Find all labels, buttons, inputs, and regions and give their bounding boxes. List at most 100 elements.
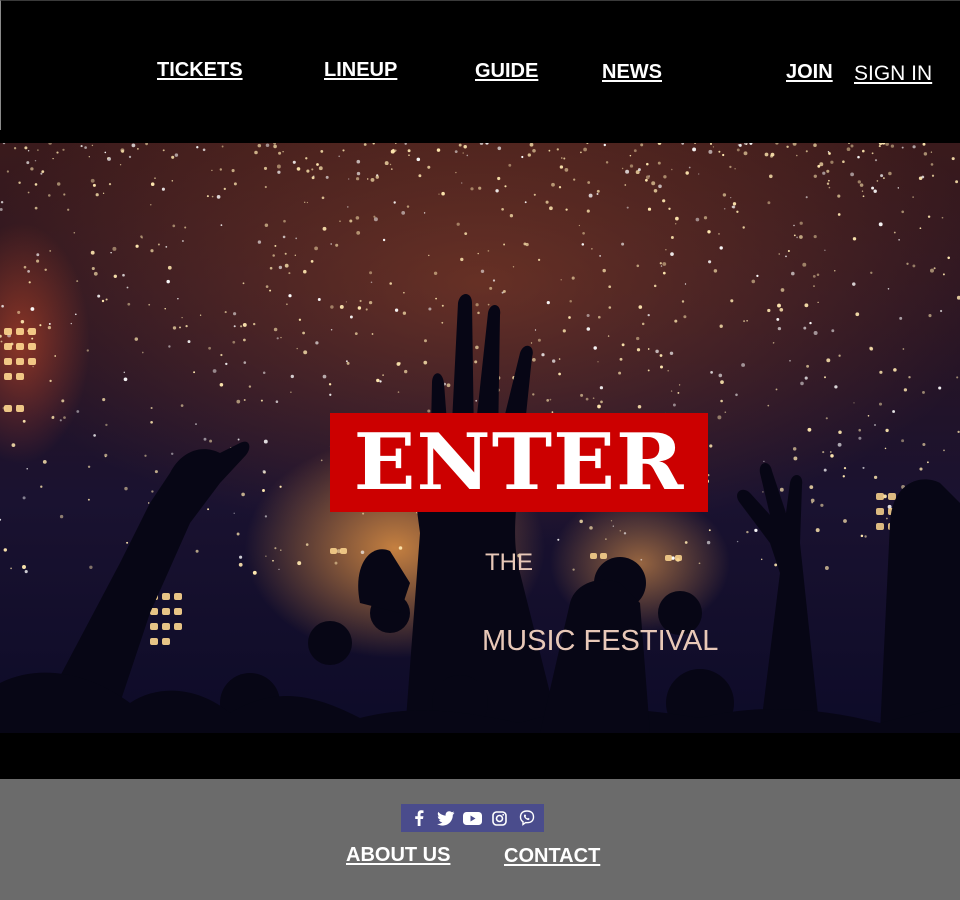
sparkle-light bbox=[549, 398, 552, 401]
sparkle-light bbox=[893, 231, 896, 234]
sparkle-light bbox=[828, 179, 830, 182]
sparkle-light bbox=[170, 452, 174, 456]
nav-link-guide[interactable]: GUIDE bbox=[475, 61, 538, 81]
sparkle-light bbox=[216, 195, 221, 199]
sparkle-light bbox=[273, 144, 277, 149]
sign-in-link[interactable]: SIGN IN bbox=[854, 63, 932, 84]
instagram-icon[interactable] bbox=[490, 808, 510, 828]
nav-link-tickets[interactable]: TICKETS bbox=[157, 60, 243, 80]
sparkle-light bbox=[302, 331, 305, 335]
sparkle-light bbox=[707, 230, 711, 234]
sparkle-light bbox=[232, 340, 236, 344]
sparkle-light bbox=[276, 337, 279, 340]
sparkle-light bbox=[150, 204, 152, 206]
sparkle-light bbox=[56, 182, 61, 186]
sparkle-light bbox=[91, 144, 94, 147]
sparkle-light bbox=[265, 555, 267, 557]
contact-link[interactable]: CONTACT bbox=[504, 846, 600, 866]
sparkle-light bbox=[659, 262, 662, 265]
sparkle-light bbox=[941, 216, 944, 219]
sparkle-light bbox=[815, 528, 820, 533]
sparkle-light bbox=[438, 193, 440, 195]
sparkle-light bbox=[777, 326, 782, 331]
about-us-link[interactable]: ABOUT US bbox=[346, 845, 450, 865]
sparkle-light bbox=[578, 224, 581, 227]
sparkle-light bbox=[694, 143, 697, 145]
sparkle-light bbox=[305, 543, 309, 546]
join-link[interactable]: JOIN bbox=[786, 62, 833, 82]
sparkle-light bbox=[0, 200, 4, 204]
sparkle-light bbox=[862, 466, 865, 469]
sparkle-light bbox=[928, 314, 932, 318]
sparkle-light bbox=[646, 162, 649, 166]
twitter-icon[interactable] bbox=[436, 808, 456, 828]
sparkle-light bbox=[552, 359, 556, 363]
sparkle-light bbox=[369, 271, 373, 275]
nav-link-lineup[interactable]: LINEUP bbox=[324, 60, 397, 80]
sparkle-light bbox=[233, 312, 237, 316]
sparkle-light bbox=[48, 322, 51, 325]
nav-link-news[interactable]: NEWS bbox=[602, 62, 662, 82]
sparkle-light bbox=[573, 178, 576, 181]
sparkle-light bbox=[290, 374, 294, 379]
sparkle-light bbox=[6, 170, 10, 173]
sparkle-light bbox=[22, 565, 26, 569]
sparkle-light bbox=[633, 149, 637, 153]
sparkle-light bbox=[458, 143, 462, 147]
sparkle-light bbox=[148, 303, 151, 306]
sparkle-light bbox=[730, 299, 734, 303]
sparkle-light bbox=[636, 264, 640, 268]
sparkle-light bbox=[171, 180, 174, 182]
sparkle-light bbox=[532, 357, 536, 362]
sparkle-light bbox=[912, 196, 914, 198]
sparkle-light bbox=[407, 149, 411, 153]
sparkle-light bbox=[224, 311, 227, 314]
sparkle-light bbox=[597, 404, 601, 409]
sparkle-light bbox=[930, 268, 934, 273]
sparkle-light bbox=[674, 319, 678, 323]
sparkle-light bbox=[394, 308, 399, 312]
sparkle-light bbox=[294, 254, 296, 256]
sparkle-light bbox=[942, 273, 945, 276]
sparkle-light bbox=[530, 342, 533, 344]
sparkle-light bbox=[47, 325, 52, 330]
sparkle-light bbox=[837, 213, 841, 216]
sparkle-light bbox=[897, 187, 899, 189]
sparkle-light bbox=[842, 160, 845, 163]
sparkle-light bbox=[768, 174, 773, 179]
sparkle-light bbox=[901, 146, 904, 149]
sparkle-light bbox=[225, 362, 228, 366]
viber-icon[interactable] bbox=[517, 808, 537, 828]
sparkle-light bbox=[793, 224, 795, 227]
facebook-icon[interactable] bbox=[409, 808, 429, 828]
sparkle-light bbox=[22, 496, 26, 500]
sparkle-light bbox=[799, 235, 803, 239]
sparkle-light bbox=[11, 443, 16, 447]
sparkle-light bbox=[826, 358, 831, 363]
sparkle-light bbox=[638, 305, 643, 309]
sparkle-light bbox=[708, 260, 712, 264]
sparkle-light bbox=[257, 240, 262, 244]
sparkle-light bbox=[564, 168, 569, 172]
sparkle-light bbox=[311, 176, 315, 180]
sparkle-light bbox=[97, 294, 101, 298]
sparkle-light bbox=[777, 303, 781, 308]
sparkle-light bbox=[485, 143, 489, 145]
youtube-icon[interactable] bbox=[463, 808, 483, 828]
sparkle-light bbox=[219, 168, 222, 171]
sparkle-light bbox=[786, 145, 789, 149]
sparkle-light bbox=[931, 174, 935, 177]
sparkle-light bbox=[455, 171, 457, 174]
sparkle-light bbox=[20, 319, 25, 324]
sparkle-light bbox=[278, 265, 283, 270]
sparkle-light bbox=[901, 210, 905, 214]
sparkle-light bbox=[774, 563, 778, 567]
sparkle-light bbox=[677, 391, 680, 394]
sparkle-light bbox=[668, 207, 671, 210]
sparkle-light bbox=[356, 231, 361, 235]
sparkle-light bbox=[857, 155, 860, 159]
sparkle-light bbox=[908, 376, 911, 379]
sparkle-light bbox=[193, 371, 196, 374]
sparkle-light bbox=[212, 369, 217, 373]
sparkle-light bbox=[88, 156, 90, 158]
